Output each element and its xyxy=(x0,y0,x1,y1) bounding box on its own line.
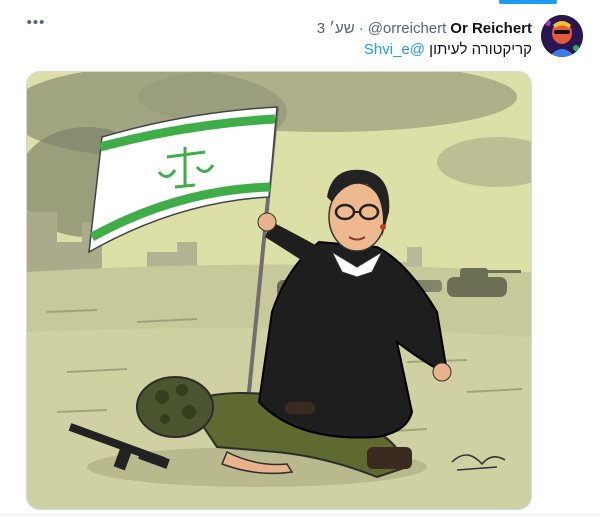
caricature-image xyxy=(27,72,531,509)
avatar-image-icon xyxy=(541,15,583,57)
tweet-header: Or Reichert @orreichert · 3 שע׳ xyxy=(317,18,532,38)
more-options-button[interactable]: ••• xyxy=(25,13,47,31)
tweet[interactable]: ••• Or Reichert @orreichert · 3 שע׳ קריק… xyxy=(0,0,600,517)
author-name[interactable]: Or Reichert xyxy=(450,20,532,37)
tweet-text: קריקטורה לעיתון @Shvi_e xyxy=(364,41,532,58)
divider xyxy=(0,514,600,515)
mention-link[interactable]: @Shvi_e xyxy=(364,41,425,58)
author-handle[interactable]: @orreichert xyxy=(368,20,447,37)
separator-dot: · xyxy=(358,19,364,37)
more-icon: ••• xyxy=(26,13,46,31)
avatar[interactable] xyxy=(541,15,583,57)
tweet-text-body: קריקטורה לעיתון xyxy=(429,41,532,58)
tweet-media[interactable] xyxy=(26,71,532,510)
tweet-timestamp[interactable]: 3 שע׳ xyxy=(317,20,355,37)
